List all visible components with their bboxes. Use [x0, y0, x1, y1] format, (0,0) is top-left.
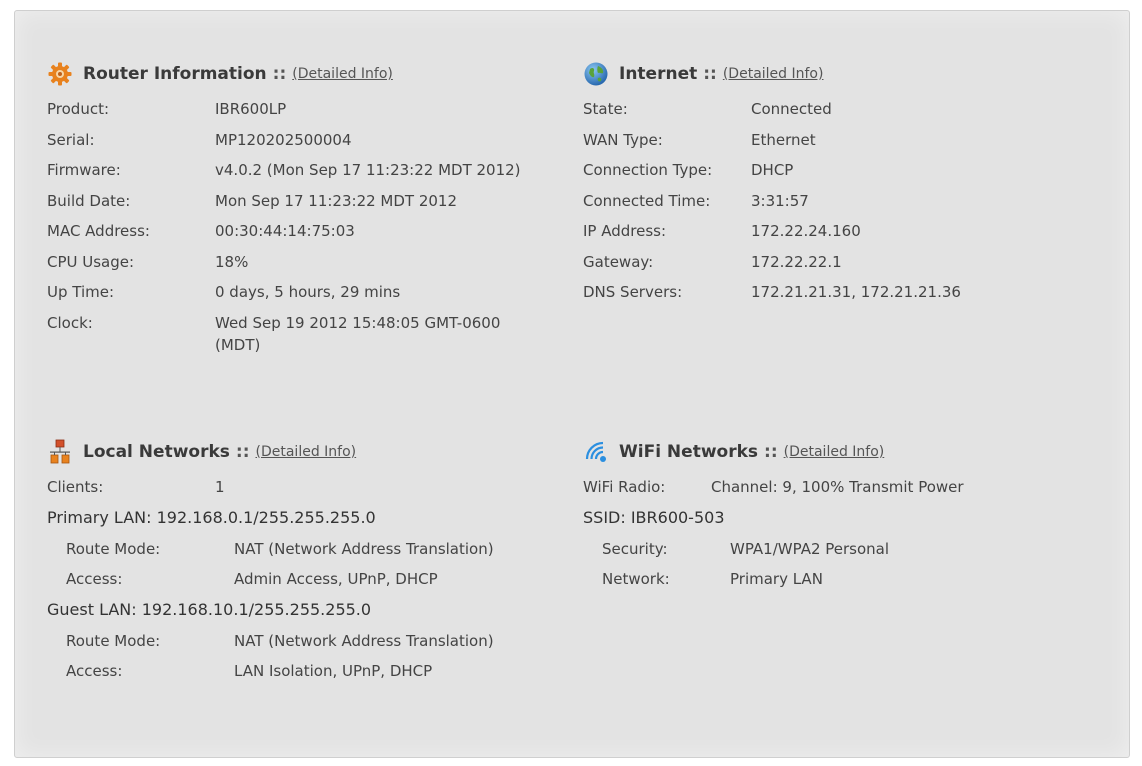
primary-lan-heading: Primary LAN: 192.168.0.1/255.255.255.0: [47, 507, 376, 527]
dns-servers-label: DNS Servers:: [583, 283, 683, 301]
dns-servers-value: 172.21.21.31, 172.21.21.36: [751, 283, 961, 301]
connection-type-row: Connection Type: DHCP: [583, 159, 1123, 181]
firmware-label: Firmware:: [47, 161, 121, 179]
primary-access-row: Access: Admin Access, UPnP, DHCP: [66, 568, 557, 590]
state-value: Connected: [751, 100, 832, 118]
access-label: Access:: [66, 570, 123, 588]
wifi-radio-row: WiFi Radio: Channel: 9, 100% Transmit Po…: [583, 476, 1123, 498]
serial-value: MP120202500004: [215, 130, 352, 149]
cpu-usage-label: CPU Usage:: [47, 252, 135, 271]
product-row: Product: IBR600LP: [47, 98, 557, 120]
product-value: IBR600LP: [215, 100, 287, 118]
state-row: State: Connected: [583, 98, 1123, 120]
security-value: WPA1/WPA2 Personal: [730, 539, 890, 558]
access-value: Admin Access, UPnP, DHCP: [234, 570, 438, 588]
title-separator: ::: [764, 442, 778, 462]
router-information-header: Router Information :: (Detailed Info): [47, 59, 557, 89]
wifi-networks-section: WiFi Networks :: (Detailed Info) WiFi Ra…: [583, 437, 1123, 599]
title-separator: ::: [272, 64, 287, 84]
ip-address-value: 172.22.24.160: [751, 222, 861, 240]
router-detailed-info-link[interactable]: (Detailed Info): [292, 66, 393, 82]
wifi-networks-header: WiFi Networks :: (Detailed Info): [583, 437, 1123, 467]
route-mode-label: Route Mode:: [66, 631, 161, 650]
connected-time-row: Connected Time: 3:31:57: [583, 190, 1123, 212]
clock-row: Clock: Wed Sep 19 2012 15:48:05 GMT-0600…: [47, 312, 557, 356]
section-title: Local Networks: [83, 442, 230, 462]
internet-detailed-info-link[interactable]: (Detailed Info): [723, 66, 824, 82]
state-label: State:: [583, 100, 628, 118]
gateway-row: Gateway: 172.22.22.1: [583, 251, 1123, 273]
status-panel: Router Information :: (Detailed Info) Pr…: [14, 10, 1130, 758]
guest-lan-heading: Guest LAN: 192.168.10.1/255.255.255.0: [47, 599, 372, 619]
section-title: Internet: [619, 64, 698, 84]
dns-servers-row: DNS Servers: 172.21.21.31, 172.21.21.36: [583, 281, 1123, 303]
gear-icon: [47, 61, 73, 87]
up-time-label: Up Time:: [47, 283, 115, 301]
route-mode-value: NAT (Network Address Translation): [234, 631, 494, 650]
clients-label: Clients:: [47, 478, 104, 496]
mac-address-row: MAC Address: 00:30:44:14:75:03: [47, 220, 557, 242]
route-mode-label: Route Mode:: [66, 539, 161, 558]
ssid-heading: SSID: IBR600-503: [583, 507, 725, 527]
wifi-radio-value: Channel: 9, 100% Transmit Power: [711, 478, 964, 496]
connected-time-label: Connected Time:: [583, 191, 711, 210]
connected-time-value: 3:31:57: [751, 191, 809, 210]
clock-label: Clock:: [47, 313, 93, 332]
wan-type-row: WAN Type: Ethernet: [583, 129, 1123, 151]
ip-address-label: IP Address:: [583, 222, 667, 240]
wan-type-value: Ethernet: [751, 130, 816, 149]
connection-type-label: Connection Type:: [583, 161, 713, 179]
network-label: Network:: [602, 570, 670, 588]
connection-type-value: DHCP: [751, 161, 794, 179]
security-row: Security: WPA1/WPA2 Personal: [602, 538, 1123, 560]
wifi-icon: [583, 439, 609, 465]
local-detailed-info-link[interactable]: (Detailed Info): [256, 444, 357, 460]
build-date-label: Build Date:: [47, 191, 131, 210]
router-information-section: Router Information :: (Detailed Info) Pr…: [47, 59, 557, 364]
security-label: Security:: [602, 539, 668, 558]
globe-icon: [583, 61, 609, 87]
access-label: Access:: [66, 662, 123, 680]
mac-address-label: MAC Address:: [47, 222, 150, 240]
gateway-value: 172.22.22.1: [751, 252, 842, 271]
title-separator: ::: [235, 442, 250, 462]
access-value: LAN Isolation, UPnP, DHCP: [234, 662, 433, 680]
local-networks-header: Local Networks :: (Detailed Info): [47, 437, 557, 467]
wifi-detailed-info-link[interactable]: (Detailed Info): [784, 444, 885, 460]
firmware-row: Firmware: v4.0.2 (Mon Sep 17 11:23:22 MD…: [47, 159, 557, 181]
up-time-row: Up Time: 0 days, 5 hours, 29 mins: [47, 281, 557, 303]
firmware-value: v4.0.2 (Mon Sep 17 11:23:22 MDT 2012): [215, 161, 521, 179]
route-mode-value: NAT (Network Address Translation): [234, 539, 494, 558]
cpu-usage-row: CPU Usage: 18%: [47, 251, 557, 273]
serial-row: Serial: MP120202500004: [47, 129, 557, 151]
mac-address-value: 00:30:44:14:75:03: [215, 222, 355, 240]
internet-section: Internet :: (Detailed Info) State: Conne…: [583, 59, 1123, 312]
primary-route-mode-row: Route Mode: NAT (Network Address Transla…: [66, 538, 557, 560]
internet-header: Internet :: (Detailed Info): [583, 59, 1123, 89]
clients-row: Clients: 1: [47, 476, 557, 498]
section-title: WiFi Networks: [619, 442, 759, 462]
build-date-value: Mon Sep 17 11:23:22 MDT 2012: [215, 191, 458, 210]
local-networks-section: Local Networks :: (Detailed Info) Client…: [47, 437, 557, 691]
section-title: Router Information: [83, 64, 267, 84]
guest-access-row: Access: LAN Isolation, UPnP, DHCP: [66, 660, 557, 682]
network-icon: [47, 439, 73, 465]
network-value: Primary LAN: [730, 570, 823, 588]
product-label: Product:: [47, 100, 110, 118]
up-time-value: 0 days, 5 hours, 29 mins: [215, 283, 401, 301]
title-separator: ::: [703, 64, 717, 84]
clients-value: 1: [215, 478, 225, 496]
clock-value: Wed Sep 19 2012 15:48:05 GMT-0600 (MDT): [215, 313, 501, 354]
wifi-radio-label: WiFi Radio:: [583, 478, 666, 496]
ip-address-row: IP Address: 172.22.24.160: [583, 220, 1123, 242]
gateway-label: Gateway:: [583, 252, 654, 271]
guest-route-mode-row: Route Mode: NAT (Network Address Transla…: [66, 630, 557, 652]
wan-type-label: WAN Type:: [583, 130, 663, 149]
serial-label: Serial:: [47, 130, 95, 149]
build-date-row: Build Date: Mon Sep 17 11:23:22 MDT 2012: [47, 190, 557, 212]
cpu-usage-value: 18%: [215, 252, 249, 271]
network-row: Network: Primary LAN: [602, 568, 1123, 590]
